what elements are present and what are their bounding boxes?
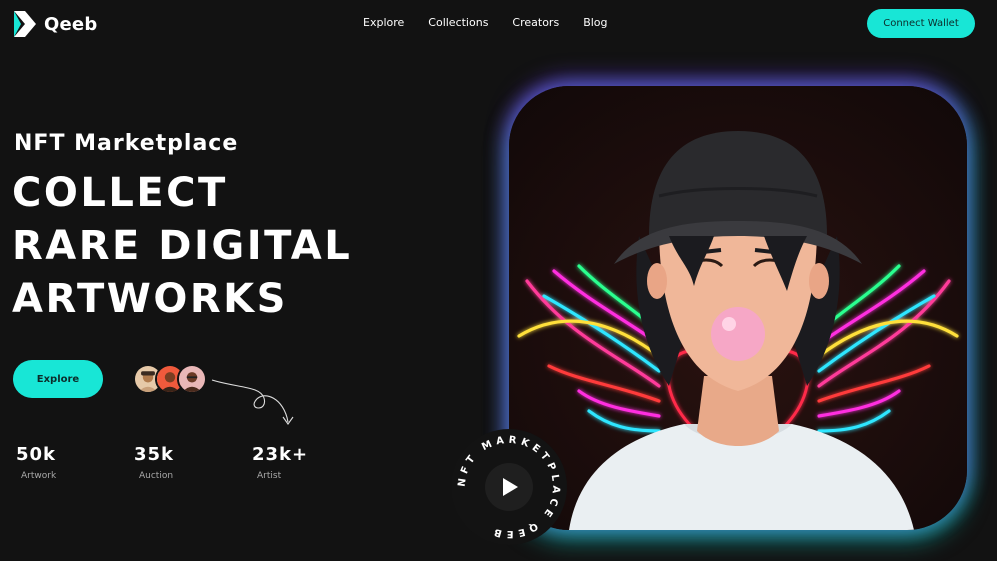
- stat-value: 23k+: [252, 444, 309, 465]
- nft-marketplace-badge[interactable]: NFT MARKETPLACE QEEB: [449, 427, 569, 547]
- nav-item-explore[interactable]: Explore: [363, 16, 404, 29]
- hero-headline: COLLECT RARE DIGITAL ARTWORKS: [12, 167, 352, 326]
- explore-button[interactable]: Explore: [13, 360, 103, 398]
- brand-name: Qeeb: [44, 13, 98, 35]
- hero-artwork: [509, 86, 967, 530]
- stat-auction: 35k Auction: [134, 444, 252, 481]
- hero-eyebrow: NFT Marketplace: [14, 131, 239, 156]
- nav-item-blog[interactable]: Blog: [583, 16, 607, 29]
- brand-logo[interactable]: Qeeb: [14, 11, 97, 37]
- avatar[interactable]: [177, 364, 207, 394]
- stat-label: Artwork: [21, 471, 57, 481]
- stat-value: 50k: [16, 444, 57, 465]
- stats-row: 50k Artwork 35k Auction 23k+ Artist: [16, 444, 370, 481]
- qeeb-logo-icon: [14, 11, 36, 37]
- nav-item-collections[interactable]: Collections: [428, 16, 488, 29]
- main-nav: Explore Collections Creators Blog: [363, 16, 608, 29]
- connect-wallet-button[interactable]: Connect Wallet: [867, 9, 975, 38]
- nav-item-creators[interactable]: Creators: [512, 16, 559, 29]
- page: Qeeb Explore Collections Creators Blog C…: [0, 0, 997, 561]
- headline-line-1: COLLECT: [12, 170, 228, 216]
- stat-label: Auction: [139, 471, 174, 481]
- stat-artist: 23k+ Artist: [252, 444, 370, 481]
- nft-illustration: [509, 86, 967, 530]
- stat-label: Artist: [257, 471, 282, 481]
- headline-line-2: RARE DIGITAL: [12, 223, 353, 269]
- stat-artwork: 50k Artwork: [16, 444, 134, 481]
- artist-avatars: [133, 364, 207, 394]
- headline-line-3: ARTWORKS: [12, 276, 288, 322]
- curved-arrow-icon: [211, 379, 294, 425]
- stat-value: 35k: [134, 444, 175, 465]
